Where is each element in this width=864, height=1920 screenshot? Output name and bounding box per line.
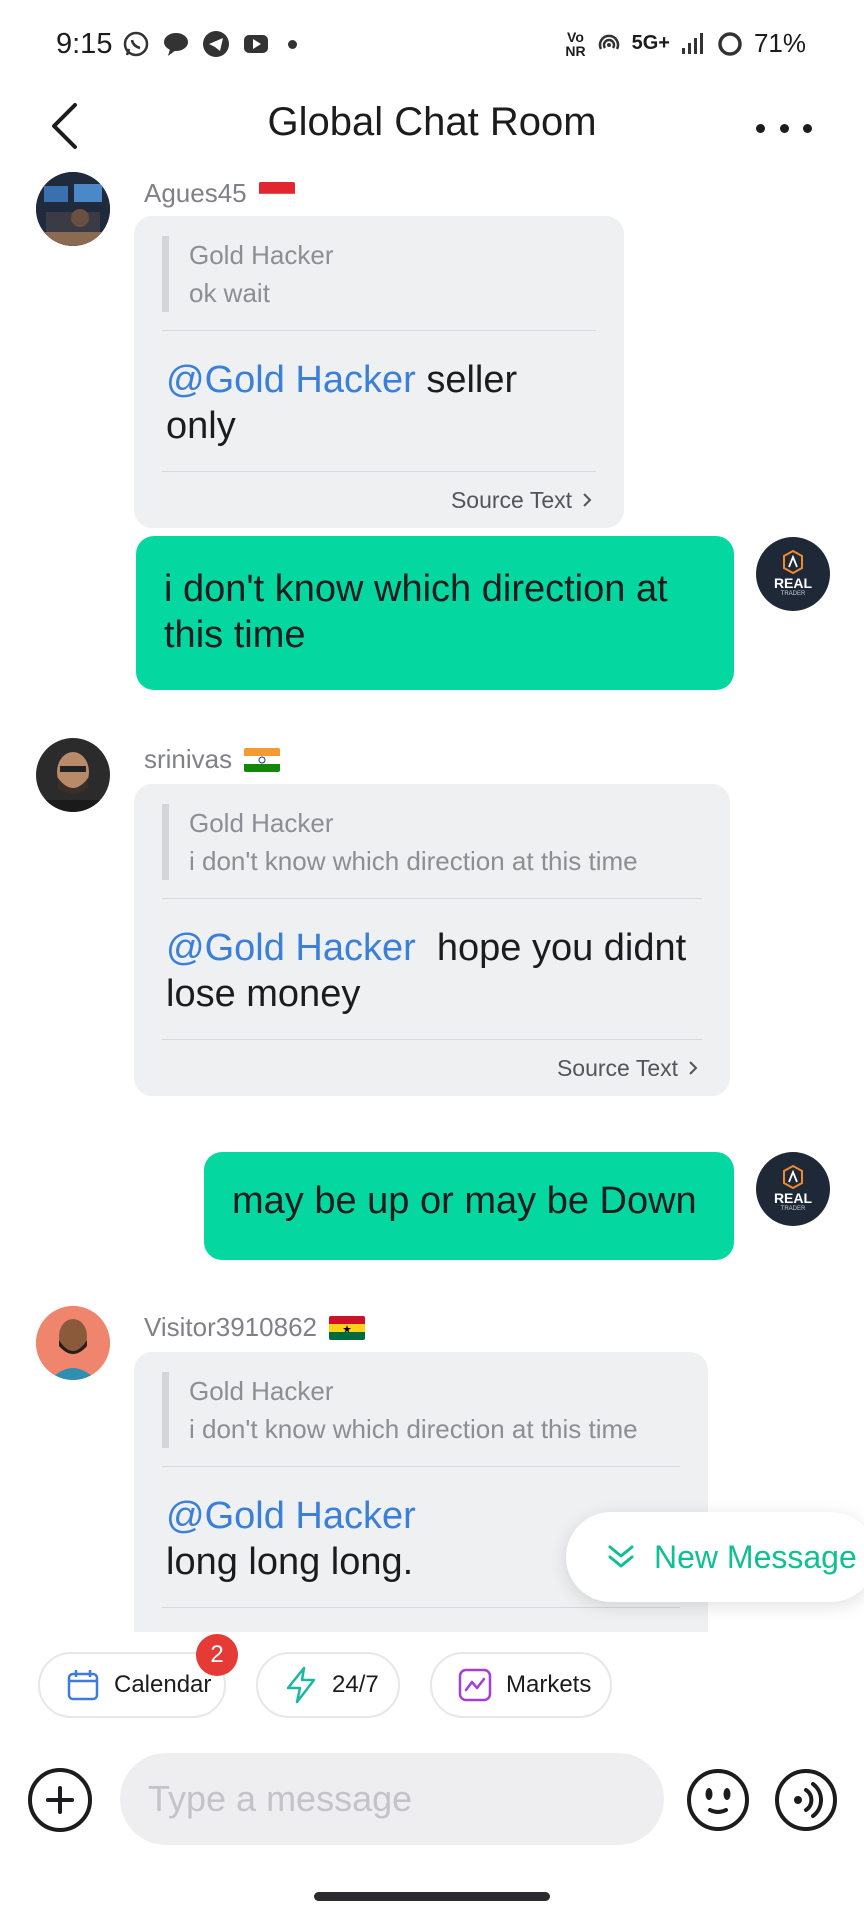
india-flag-icon xyxy=(244,747,281,772)
source-text-link[interactable]: Source Text xyxy=(162,1040,702,1096)
more-dot-icon xyxy=(803,123,812,133)
volte-indicator: Vo NR xyxy=(565,28,586,59)
message-composer xyxy=(0,1750,864,1850)
status-time: 9:15 xyxy=(56,28,113,60)
mention-link[interactable]: @Gold Hacker xyxy=(166,359,416,401)
whatsapp-icon xyxy=(123,31,149,57)
signal-icon xyxy=(681,32,703,54)
quoted-username: Gold Hacker xyxy=(189,808,334,838)
new-message-button[interactable]: New Message xyxy=(566,1512,864,1602)
quoted-username: Gold Hacker xyxy=(189,240,334,270)
hotspot-icon xyxy=(598,34,619,50)
avatar[interactable] xyxy=(36,1306,110,1380)
quoted-text: i don't know which direction at this tim… xyxy=(189,1414,638,1444)
mention-link[interactable]: @Gold Hacker xyxy=(166,927,416,969)
mention-link[interactable]: @Gold Hacker xyxy=(166,1495,416,1537)
quoted-text: i don't know which direction at this tim… xyxy=(189,846,638,876)
user-photo-icon xyxy=(36,738,110,812)
message-text: may be up or may be Down xyxy=(232,1180,697,1222)
double-chevron-down-icon xyxy=(608,1545,634,1568)
calendar-icon xyxy=(67,1670,99,1701)
chart-icon xyxy=(458,1668,492,1702)
home-indicator[interactable] xyxy=(314,1892,550,1901)
notification-badge: 2 xyxy=(196,1634,238,1676)
battery-percent: 71% xyxy=(753,28,806,58)
message-username: srinivas xyxy=(144,744,281,775)
message-text: i don't know which direction at this tim… xyxy=(164,568,668,656)
ghana-flag-icon xyxy=(329,1315,365,1340)
source-text-link[interactable]: Source Text xyxy=(162,472,596,528)
plus-icon xyxy=(46,1786,74,1814)
voice-icon xyxy=(775,1769,837,1831)
system-status: Vo NR 5G+ 71% xyxy=(565,28,806,59)
chat-header: Global Chat Room xyxy=(0,90,864,170)
incoming-message[interactable]: Gold Hacker ok wait @Gold Hacker seller … xyxy=(134,216,624,528)
attach-button[interactable] xyxy=(28,1768,92,1832)
quoted-username: Gold Hacker xyxy=(189,1376,334,1406)
divider xyxy=(162,1607,680,1608)
calendar-chip[interactable]: Calendar 2 xyxy=(38,1634,238,1718)
avatar[interactable] xyxy=(36,738,110,812)
telegram-icon xyxy=(203,31,229,57)
message-username: Agues45 xyxy=(144,178,295,209)
outgoing-message[interactable]: may be up or may be Down xyxy=(204,1152,734,1260)
status-bar: 9:15 Vo NR 5G+ 71% xyxy=(0,0,864,90)
24-7-chip[interactable]: 24/7 xyxy=(256,1652,400,1718)
notification-icons xyxy=(122,30,297,58)
chat-bubble-icon xyxy=(164,33,188,56)
page-title: Global Chat Room xyxy=(267,100,597,144)
message-text: @Gold Hacker seller only xyxy=(166,359,518,447)
quoted-text: ok wait xyxy=(189,278,270,308)
outgoing-message[interactable]: i don't know which direction at this tim… xyxy=(136,536,734,690)
trader-logo-icon xyxy=(783,1165,803,1189)
markets-chip[interactable]: Markets xyxy=(430,1652,612,1718)
indonesia-flag-icon xyxy=(258,181,295,206)
lightning-icon xyxy=(286,1666,316,1704)
quick-actions: Calendar 2 24/7 Markets xyxy=(0,1634,864,1722)
trader-logo-icon xyxy=(783,550,803,574)
message-text: @Gold Hacker hope you didnt lose money xyxy=(166,927,697,1015)
message-username: Visitor3910862 xyxy=(144,1312,365,1343)
quoted-reply[interactable]: Gold Hacker ok wait xyxy=(162,236,596,312)
quoted-reply[interactable]: Gold Hacker i don't know which direction… xyxy=(162,1372,680,1448)
chat-messages[interactable]: Agues45 Gold Hacker ok wait @Gold Hacker… xyxy=(0,170,864,1632)
incoming-message[interactable]: Gold Hacker i don't know which direction… xyxy=(134,784,730,1096)
smiley-icon xyxy=(687,1769,749,1831)
my-avatar[interactable]: REAL TRADER xyxy=(756,1152,830,1226)
more-notifications-dot xyxy=(288,39,297,49)
more-options-button[interactable] xyxy=(756,108,812,148)
battery-icon xyxy=(718,31,742,56)
user-avatar-icon xyxy=(36,1306,110,1380)
more-dot-icon xyxy=(779,123,789,133)
quoted-reply[interactable]: Gold Hacker i don't know which direction… xyxy=(162,804,702,880)
network-type: 5G+ xyxy=(631,32,670,54)
youtube-icon xyxy=(244,35,268,53)
message-input[interactable] xyxy=(120,1753,664,1845)
more-dot-icon xyxy=(756,123,765,133)
chevron-right-icon xyxy=(689,1061,698,1075)
voice-button[interactable] xyxy=(774,1768,838,1832)
user-photo-icon xyxy=(36,172,110,246)
avatar[interactable] xyxy=(36,172,110,246)
my-avatar[interactable]: REAL TRADER xyxy=(756,537,830,611)
chevron-right-icon xyxy=(583,493,592,507)
emoji-button[interactable] xyxy=(686,1768,750,1832)
